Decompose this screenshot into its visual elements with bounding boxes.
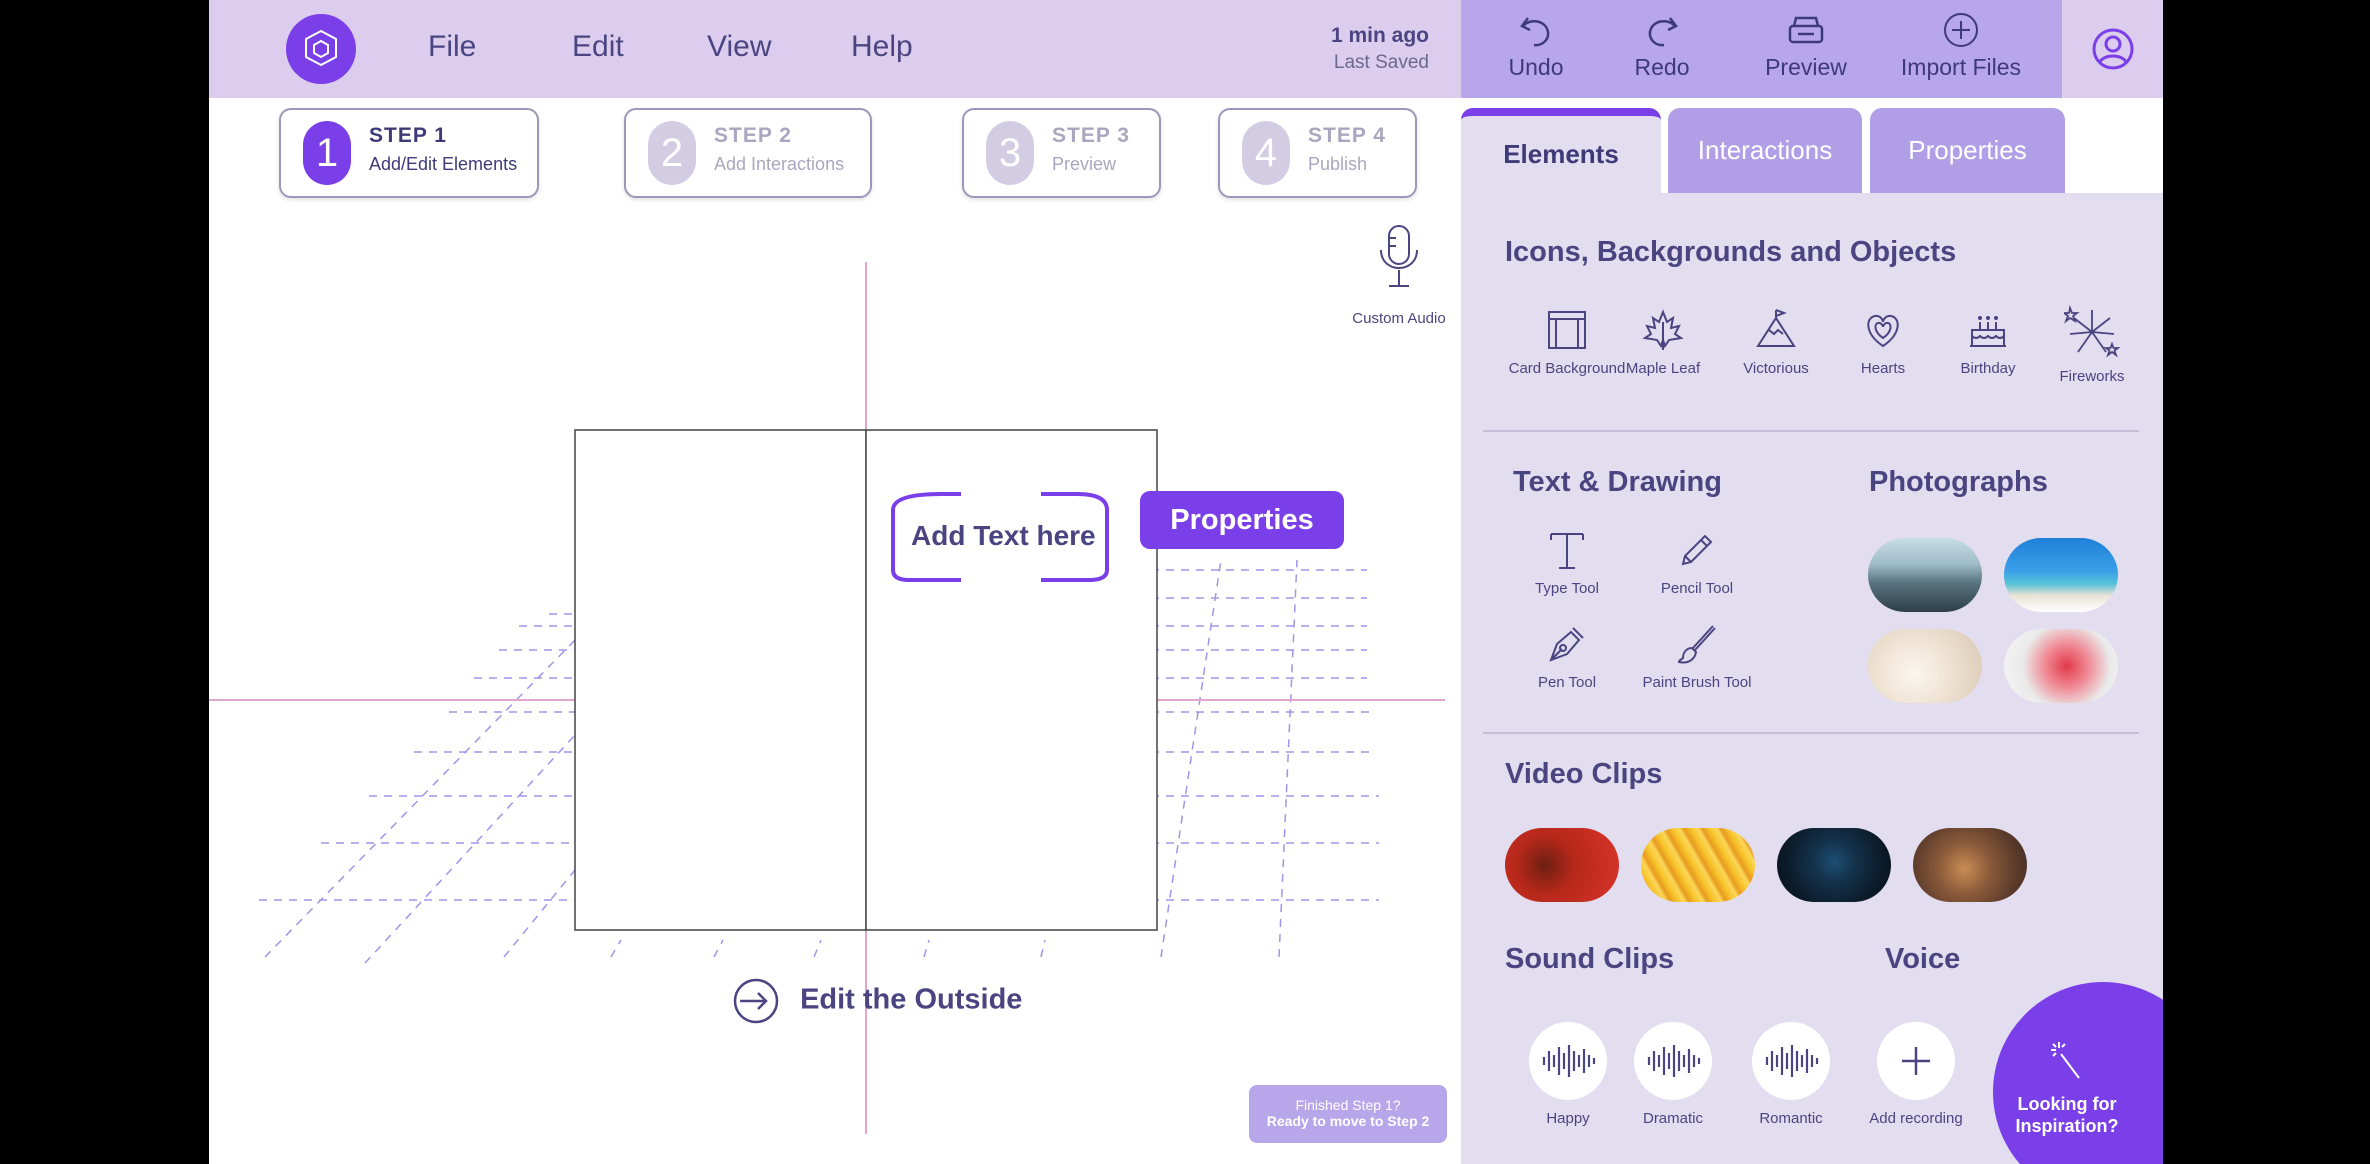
pen-tool-label: Pen Tool (1537, 674, 1597, 691)
section-title-video-clips: Video Clips (1505, 758, 1663, 790)
tab-interactions[interactable]: Interactions (1668, 108, 1862, 193)
import-files-button[interactable]: Import Files (1881, 10, 2041, 81)
victorious-item[interactable]: Victorious (1726, 308, 1826, 377)
undo-label: Undo (1508, 54, 1564, 80)
sound-clip-happy[interactable]: Happy (1528, 1022, 1608, 1127)
photo-mountains[interactable] (1868, 538, 1982, 612)
sound-clip-label: Happy (1546, 1110, 1590, 1127)
birthday-item[interactable]: Birthday (1938, 308, 2038, 377)
fireworks-item[interactable]: Fireworks (2042, 304, 2142, 385)
preview-button[interactable]: Preview (1751, 10, 1861, 81)
redo-icon (1648, 17, 1678, 47)
edit-outside-label: Edit the Outside (800, 983, 1023, 1016)
app-window: File Edit View Help 1 min ago Last Saved… (209, 0, 2163, 1164)
type-tool-label: Type Tool (1535, 580, 1599, 597)
pen-tool-item[interactable]: Pen Tool (1507, 622, 1627, 691)
pen-nib-icon (1549, 627, 1584, 662)
section-title-sound-clips: Sound Clips (1505, 943, 1675, 975)
sound-clip-label: Romantic (1759, 1110, 1823, 1127)
video-clip-muffin[interactable] (1913, 828, 2027, 902)
maple-leaf-label: Maple Leaf (1625, 360, 1701, 377)
hearts-label: Hearts (1860, 360, 1906, 377)
divider (1483, 732, 2139, 734)
video-clip-pasta[interactable] (1641, 828, 1755, 902)
photo-gift[interactable] (2004, 629, 2118, 703)
redo-label: Redo (1634, 54, 1690, 80)
type-tool-icon (1550, 533, 1584, 569)
waveform-icon (1765, 1045, 1819, 1077)
pencil-tool-label: Pencil Tool (1660, 580, 1734, 597)
inspiration-label: Looking for Inspiration? (2009, 1093, 2125, 1137)
sound-clip-label: Dramatic (1642, 1110, 1703, 1127)
section-title-voice: Voice (1885, 943, 1961, 975)
video-clip-strawberry[interactable] (1505, 828, 1619, 902)
custom-audio-button[interactable]: Custom Audio (1329, 222, 1469, 327)
waveform-icon (1542, 1045, 1596, 1077)
fireworks-label: Fireworks (2059, 368, 2125, 385)
birthday-label: Birthday (1960, 360, 2016, 377)
waveform-icon (1647, 1045, 1701, 1077)
add-recording-label: Add recording (1869, 1110, 1963, 1127)
pencil-tool-item[interactable]: Pencil Tool (1637, 528, 1757, 597)
redo-button[interactable]: Redo (1617, 10, 1707, 81)
paint-brush-icon (1677, 625, 1716, 664)
inspiration-line2: Inspiration? (2015, 1116, 2119, 1136)
maple-leaf-icon (1642, 309, 1684, 350)
microphone-icon (1380, 225, 1418, 287)
card-background-label: Card Background (1508, 360, 1626, 377)
card-right-panel[interactable] (865, 429, 1158, 931)
type-tool-item[interactable]: Type Tool (1507, 528, 1627, 597)
pencil-icon (1681, 534, 1713, 566)
divider (1483, 430, 2139, 432)
hearts-item[interactable]: Hearts (1833, 308, 1933, 377)
photo-beach[interactable] (2004, 538, 2118, 612)
user-avatar-icon (2092, 28, 2134, 70)
section-title-photographs: Photographs (1869, 466, 2048, 498)
section-title-text-drawing: Text & Drawing (1513, 466, 1722, 498)
card-background-icon (1548, 311, 1586, 349)
undo-button[interactable]: Undo (1491, 10, 1581, 81)
account-button[interactable] (2062, 0, 2163, 98)
preview-icon (1788, 16, 1824, 44)
victorious-label: Victorious (1743, 360, 1809, 377)
sound-clip-dramatic[interactable]: Dramatic (1633, 1022, 1713, 1127)
inspiration-line1: Looking for (2017, 1094, 2117, 1114)
edit-outside-button[interactable]: Edit the Outside (732, 977, 1022, 1025)
next-step-button[interactable]: Finished Step 1? Ready to move to Step 2 (1249, 1085, 1447, 1143)
undo-icon (1520, 17, 1550, 47)
plus-icon (1902, 1047, 1930, 1075)
action-toolbar: Undo Redo Preview Import Files (1461, 0, 2062, 98)
birthday-cake-icon (1970, 316, 2006, 347)
paint-brush-tool-label: Paint Brush Tool (1642, 674, 1752, 691)
tab-properties[interactable]: Properties (1870, 108, 2065, 193)
add-recording-button[interactable]: Add recording (1861, 1022, 1971, 1127)
mountain-flag-icon (1756, 309, 1796, 347)
magic-wand-icon (2051, 1042, 2080, 1079)
photo-marshmallows[interactable] (1868, 629, 1982, 703)
maple-leaf-item[interactable]: Maple Leaf (1613, 308, 1713, 377)
video-clip-vr-headset[interactable] (1777, 828, 1891, 902)
custom-audio-label: Custom Audio (1352, 310, 1446, 327)
fireworks-icon (2064, 304, 2120, 358)
heart-icon (1867, 314, 1899, 348)
card-left-panel[interactable] (574, 429, 867, 931)
plus-circle-icon (1944, 13, 1978, 47)
tab-elements[interactable]: Elements (1461, 108, 1661, 193)
preview-label: Preview (1765, 54, 1847, 80)
sound-clip-romantic[interactable]: Romantic (1751, 1022, 1831, 1127)
finished-line2: Ready to move to Step 2 (1266, 1113, 1430, 1129)
enter-arrow-icon (733, 978, 779, 1024)
section-title-icons: Icons, Backgrounds and Objects (1505, 236, 1957, 268)
finished-line1: Finished Step 1? (1295, 1097, 1401, 1113)
card-background-item[interactable]: Card Background (1507, 308, 1627, 377)
properties-button[interactable]: Properties (1140, 491, 1344, 549)
paint-brush-tool-item[interactable]: Paint Brush Tool (1627, 622, 1767, 691)
import-files-label: Import Files (1900, 54, 2022, 80)
add-text-placeholder[interactable]: Add Text here (911, 520, 1096, 552)
